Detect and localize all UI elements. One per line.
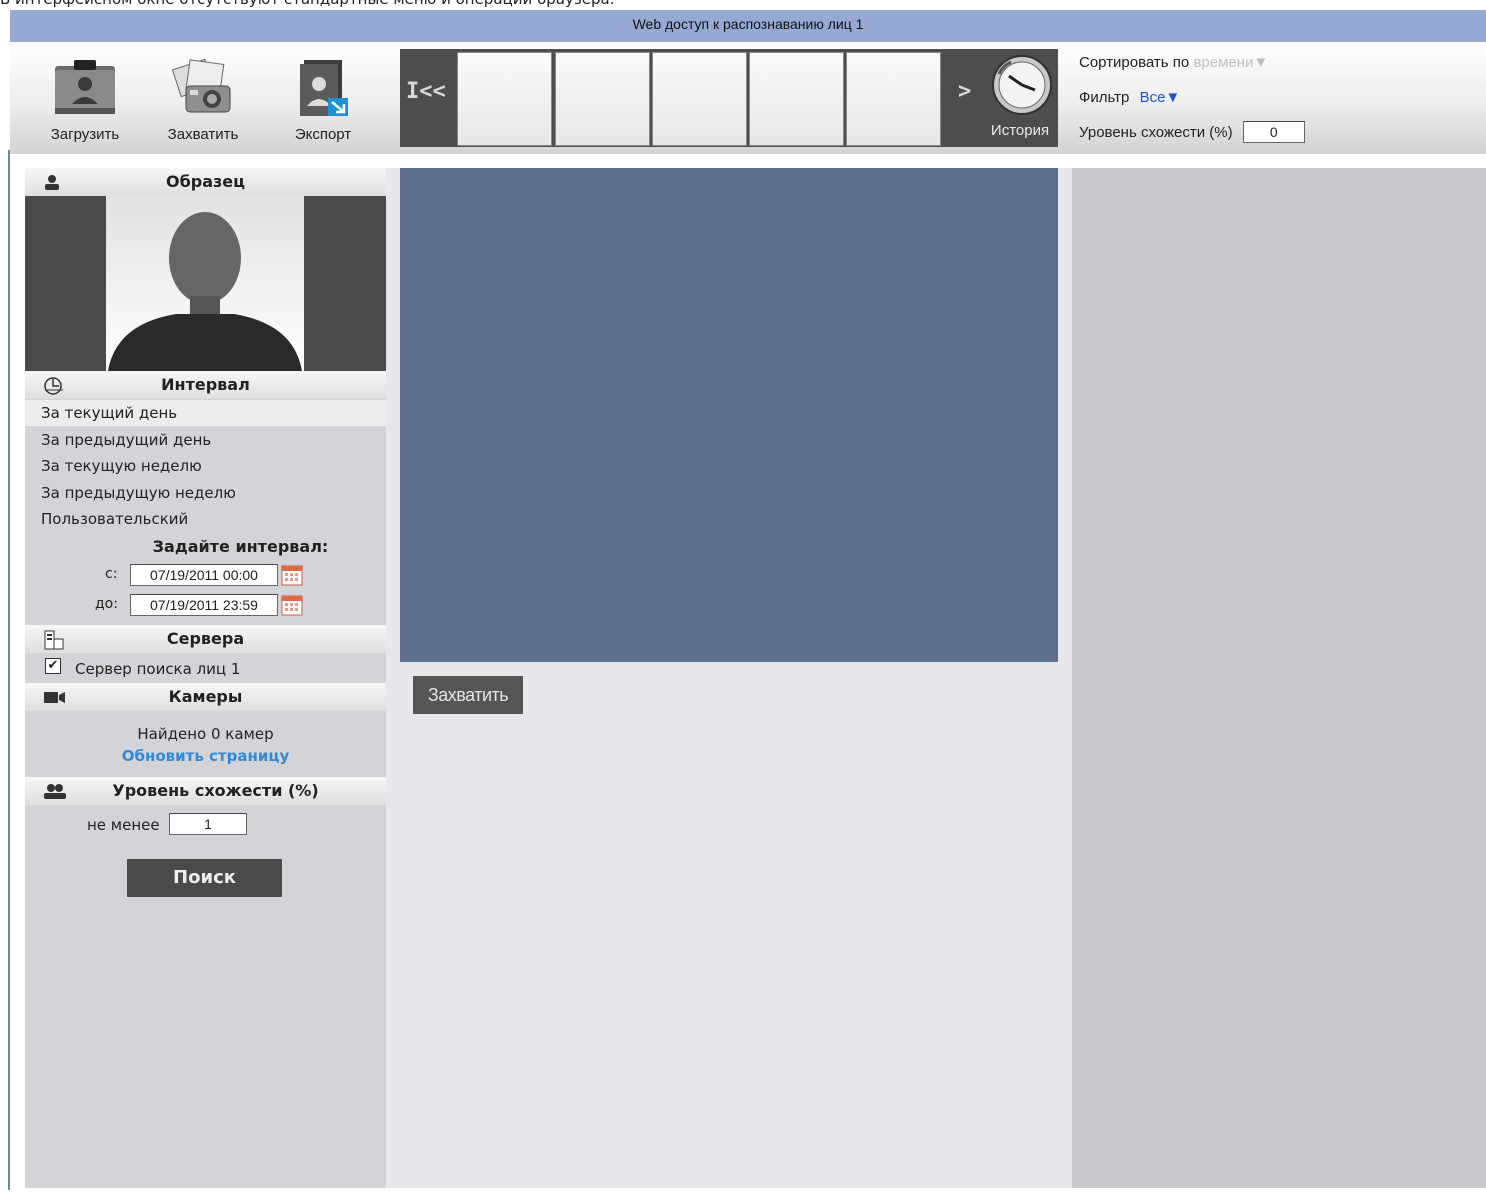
export-button[interactable]: Экспорт — [268, 48, 378, 148]
filter-dropdown[interactable]: Все▼ — [1140, 89, 1181, 106]
sample-photo-area[interactable] — [25, 196, 386, 371]
filter-control[interactable]: Фильтр Все▼ — [1079, 89, 1180, 106]
interval-header: Интервал — [25, 371, 386, 399]
calendar-icon[interactable] — [281, 594, 303, 616]
sample-title: Образец — [165, 172, 246, 191]
window-left-edge — [8, 150, 10, 1190]
sort-control[interactable]: Сортировать по времени▼ — [1079, 54, 1268, 71]
upload-button[interactable]: Загрузить — [30, 48, 140, 148]
page-caption: В интерфейсном окне отсутствуют стандарт… — [0, 0, 1100, 10]
servers-title: Сервера — [166, 629, 245, 648]
search-button[interactable]: Поиск — [127, 859, 282, 897]
sort-dropdown[interactable]: времени▼ — [1193, 54, 1268, 71]
server-item-label: Сервер поиска лиц 1 — [75, 660, 241, 678]
calendar-icon[interactable] — [281, 564, 303, 586]
from-date-input[interactable]: 07/19/2011 00:00 — [130, 564, 278, 586]
silhouette-icon — [108, 212, 302, 371]
history-thumbnail[interactable] — [846, 52, 941, 146]
min-label: не менее — [87, 816, 160, 834]
set-interval-label: Задайте интервал: — [152, 537, 329, 556]
similarity-header: Уровень схожести (%) — [25, 777, 386, 805]
interval-option[interactable]: За текущий день — [41, 404, 177, 422]
camera-icon — [43, 688, 67, 716]
window-title: Web доступ к распознаванию лиц 1 — [10, 10, 1486, 42]
similarity-title: Уровень схожести (%) — [112, 781, 319, 800]
history-strip: I<< > История — [400, 49, 1058, 147]
min-similarity-input[interactable]: 1 — [169, 813, 247, 835]
capture-toolbar-label: Захватить — [167, 126, 239, 143]
similarity-label: Уровень схожести (%) — [1079, 124, 1233, 141]
sample-header: Образец — [25, 168, 386, 196]
capture-button[interactable]: Захватить — [413, 676, 523, 714]
history-thumbnail[interactable] — [457, 52, 552, 146]
to-label: до: — [95, 596, 118, 612]
video-view — [400, 168, 1058, 662]
sample-photo — [106, 196, 304, 371]
interval-option[interactable]: За текущую неделю — [41, 457, 202, 475]
similarity-control: Уровень схожести (%) 0 — [1079, 121, 1305, 143]
server-icon — [43, 630, 65, 659]
cameras-found-text: Найдено 0 камер — [137, 725, 274, 743]
history-clock-icon[interactable] — [991, 54, 1053, 120]
interval-option[interactable]: Пользовательский — [41, 510, 188, 528]
interval-option[interactable]: За предыдущую неделю — [41, 484, 236, 502]
cameras-header: Камеры — [25, 683, 386, 711]
history-thumbnail[interactable] — [555, 52, 650, 146]
similarity-input[interactable]: 0 — [1242, 121, 1305, 143]
capture-toolbar-button[interactable]: Захватить — [148, 48, 258, 148]
export-icon — [290, 56, 356, 126]
cameras-title: Камеры — [168, 687, 243, 706]
upload-label: Загрузить — [50, 126, 120, 143]
users-icon — [43, 782, 67, 810]
from-label: с: — [105, 566, 118, 582]
refresh-link[interactable]: Обновить страницу — [25, 747, 386, 765]
filter-label: Фильтр — [1079, 89, 1130, 106]
upload-folder-icon — [52, 56, 118, 124]
history-thumbnail[interactable] — [652, 52, 747, 146]
history-first-button[interactable]: I<< — [406, 79, 446, 104]
sort-label: Сортировать по — [1079, 54, 1190, 71]
toolbar: Загрузить Захватить Экспорт I<< > Истори… — [10, 42, 1486, 154]
server-checkbox[interactable]: ✔ — [45, 658, 61, 674]
history-label[interactable]: История — [985, 122, 1055, 139]
export-label: Экспорт — [294, 126, 352, 143]
interval-option[interactable]: За предыдущий день — [41, 431, 211, 449]
history-thumbnail[interactable] — [749, 52, 844, 146]
sidebar: Образец Интервал За текущий день За пред… — [25, 168, 386, 1188]
to-date-input[interactable]: 07/19/2011 23:59 — [130, 594, 278, 616]
servers-header: Сервера — [25, 625, 386, 653]
camera-photos-icon — [168, 56, 238, 124]
interval-title: Интервал — [161, 375, 250, 394]
results-panel — [1072, 168, 1486, 1188]
history-next-button[interactable]: > — [958, 79, 971, 104]
